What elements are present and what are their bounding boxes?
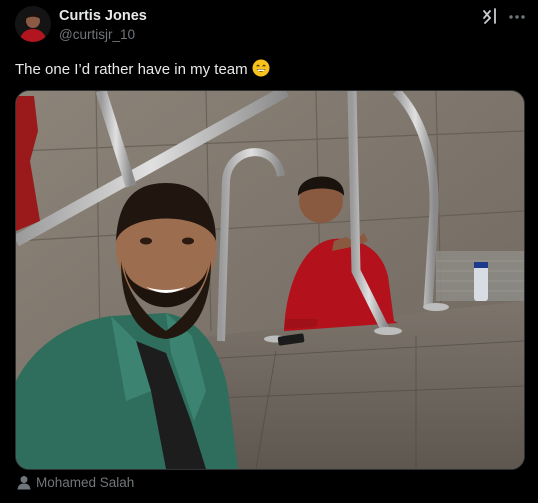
author-display-name[interactable]: Curtis Jones xyxy=(59,8,147,24)
tweet-text-content: The one I’d rather have in my team xyxy=(15,61,248,78)
author-avatar[interactable] xyxy=(15,6,51,42)
person-icon xyxy=(17,475,31,490)
photo-image xyxy=(16,91,524,469)
grok-icon[interactable] xyxy=(480,6,502,28)
tweet-text: The one I’d rather have in my team xyxy=(15,59,525,79)
grinning-face-emoji-icon xyxy=(252,59,270,77)
tweet-header: Curtis Jones @curtisjr_10 xyxy=(0,0,538,50)
more-icon[interactable] xyxy=(506,6,528,28)
tagged-user-name: Mohamed Salah xyxy=(36,475,135,490)
avatar-image xyxy=(15,6,51,42)
tweet-photo[interactable] xyxy=(15,90,525,470)
author-handle[interactable]: @curtisjr_10 xyxy=(59,27,135,42)
